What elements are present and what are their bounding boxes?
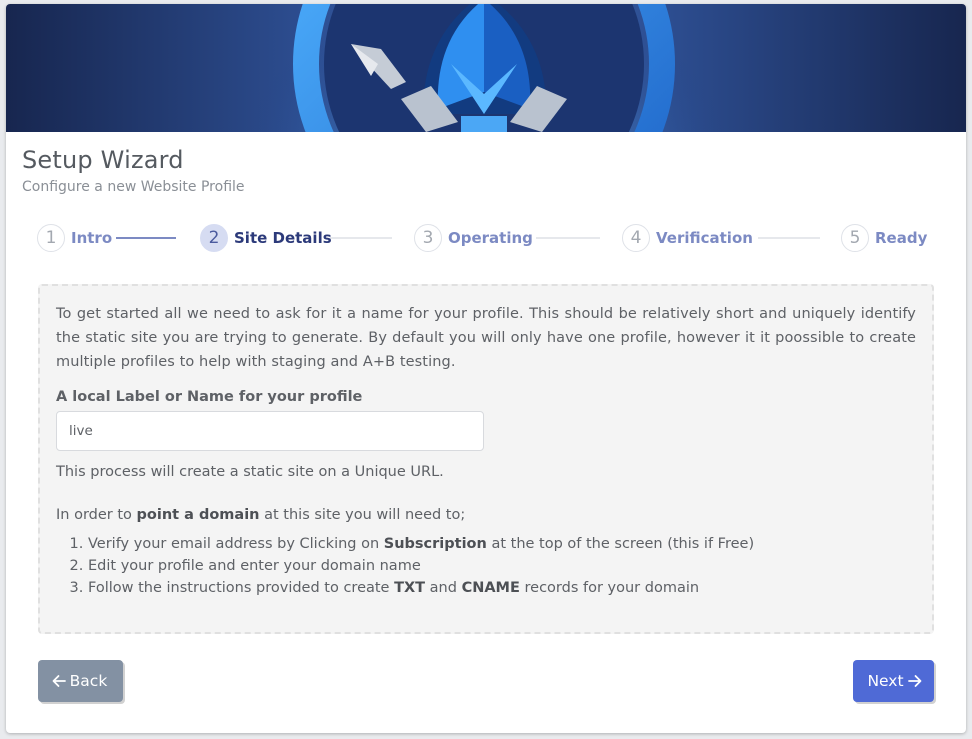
page-title: Setup Wizard <box>22 146 184 174</box>
header-banner-image <box>6 4 966 132</box>
process-text: This process will create a static site o… <box>56 464 444 480</box>
next-button[interactable]: Next <box>853 660 934 702</box>
step-label: Ready <box>875 229 928 247</box>
step-verification[interactable]: 4 Verification <box>622 222 753 254</box>
arrow-right-icon <box>907 675 921 687</box>
text-segment: Verify your email address by Clicking on <box>88 536 384 552</box>
step-ready[interactable]: 5 Ready <box>841 222 927 254</box>
step-connector-3 <box>536 237 600 239</box>
text-emphasis: point a domain <box>136 507 260 523</box>
wizard-stepper: 1 Intro 2 Site Details 3 Operating 4 Ver… <box>6 220 966 256</box>
step-number: 3 <box>414 224 442 252</box>
wizard-card: Setup Wizard Configure a new Website Pro… <box>6 4 966 733</box>
next-button-label: Next <box>867 672 904 690</box>
text-segment: at this site you will need to; <box>259 507 466 523</box>
arrow-left-icon <box>52 675 66 687</box>
intro-text: To get started all we need to ask for it… <box>56 306 916 370</box>
back-button-label: Back <box>69 672 108 690</box>
step-label: Intro <box>71 229 113 247</box>
step-label: Operating <box>448 229 533 247</box>
step-intro[interactable]: 1 Intro <box>37 222 112 254</box>
hooded-figure-illustration <box>246 4 726 132</box>
step-label: Site Details <box>234 229 332 247</box>
domain-instructions-list: Verify your email address by Clicking on… <box>56 533 916 599</box>
text-segment: In order to <box>56 507 137 523</box>
list-item: Edit your profile and enter your domain … <box>88 555 916 577</box>
back-button[interactable]: Back <box>38 660 123 702</box>
text-segment: Follow the instructions provided to crea… <box>88 580 395 596</box>
list-item: Verify your email address by Clicking on… <box>88 533 916 555</box>
list-item: Follow the instructions provided to crea… <box>88 577 916 599</box>
step-number: 1 <box>37 224 65 252</box>
step-operating[interactable]: 3 Operating <box>414 222 533 254</box>
step-label: Verification <box>656 229 753 247</box>
text-segment: at the top of the screen (this if Free) <box>486 536 755 552</box>
profile-name-input[interactable] <box>56 411 484 451</box>
step-number: 2 <box>200 224 228 252</box>
profile-name-label: A local Label or Name for your profile <box>56 389 363 405</box>
text-emphasis: CNAME <box>461 580 520 596</box>
page-subtitle: Configure a new Website Profile <box>22 179 245 195</box>
step-number: 5 <box>841 224 869 252</box>
site-details-panel: To get started all we need to ask for it… <box>38 284 934 634</box>
text-segment: and <box>425 580 462 596</box>
step-connector-2 <box>330 237 392 239</box>
text-segment: records for your domain <box>519 580 700 596</box>
step-connector-1 <box>116 237 176 239</box>
step-number: 4 <box>622 224 650 252</box>
text-segment: Edit your profile and enter your domain … <box>88 558 421 574</box>
domain-intro-text: In order to point a domain at this site … <box>56 504 916 526</box>
step-connector-4 <box>758 237 820 239</box>
step-site-details[interactable]: 2 Site Details <box>200 222 332 254</box>
text-emphasis: TXT <box>394 580 426 596</box>
text-emphasis: Subscription <box>383 536 487 552</box>
